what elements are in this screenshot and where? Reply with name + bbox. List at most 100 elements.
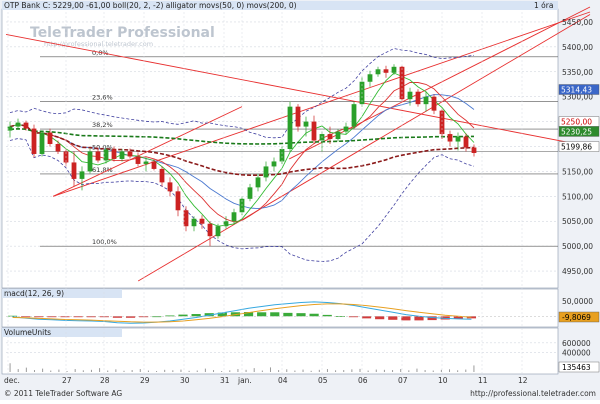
price-tags: 5314,43 5250,005230,25 5199,86 [558, 84, 600, 152]
fibonacci-label: 38,2% [92, 121, 113, 129]
price-tick-label: 5100,00 [562, 192, 593, 201]
candle-body [23, 122, 29, 129]
candle-body [391, 66, 397, 73]
time-tick-label: 10 [438, 376, 448, 385]
candle-body [191, 218, 197, 227]
macd-histogram-bar [309, 313, 319, 317]
candle-body [439, 110, 445, 135]
time-tick-label: 04 [278, 376, 288, 385]
candle-body [455, 136, 461, 142]
time-tick-label: jan. [237, 376, 252, 385]
macd-histogram-bar [375, 316, 385, 320]
candle-body [79, 171, 85, 179]
volume-title: VolumeUnits [4, 328, 51, 337]
price-tick-label: 5050,00 [562, 217, 593, 226]
macd-histogram-bar [257, 312, 267, 317]
candle-body [199, 218, 205, 224]
candle-body [55, 144, 61, 152]
candle-body [255, 177, 261, 188]
chart-canvas: OTP Bank C: 5229,00 -61,00 boll(20, 2, -… [0, 0, 600, 400]
time-tick-label: 31 [220, 376, 230, 385]
time-tick-label: dec. [4, 376, 20, 385]
candle-body [247, 187, 253, 199]
candle-body [463, 136, 469, 148]
candle-body [39, 132, 45, 154]
candle-body [471, 147, 477, 153]
macd-histogram-bar [60, 316, 70, 318]
macd-histogram-bar [401, 316, 411, 321]
chart-header-title: OTP Bank C: 5229,00 -61,00 boll(20, 2, -… [4, 1, 297, 10]
candle-body [367, 74, 373, 82]
candle-body [311, 121, 317, 141]
candle-body [15, 122, 21, 127]
price-tag-label: 5199,86 [561, 143, 592, 152]
candle-body [127, 151, 133, 157]
candle-body [71, 162, 77, 179]
candle-body [423, 96, 429, 105]
candle-body [327, 134, 333, 140]
candle-body [175, 191, 181, 211]
candle-body [183, 210, 189, 227]
macd-tick-label: 50,0000 [562, 297, 593, 306]
candle-body [407, 91, 413, 100]
candle-body [111, 149, 117, 159]
candle-body [167, 182, 173, 192]
candle-body [95, 151, 101, 161]
candle-body [335, 131, 341, 140]
candle-body [415, 91, 421, 105]
volume-tick-label: 600000 [562, 339, 591, 348]
candle-body [143, 161, 149, 164]
macd-histogram-bar [191, 314, 201, 317]
candle-body [447, 134, 453, 142]
macd-histogram-bar [178, 314, 188, 317]
macd-histogram-bar [296, 313, 306, 317]
time-tick-label: 27 [62, 376, 72, 385]
macd-histogram-bar [283, 312, 293, 317]
price-tag-label: 5314,43 [561, 86, 592, 95]
candle-body [151, 161, 157, 169]
candle-body [431, 96, 437, 111]
time-tick-label: 05 [318, 376, 328, 385]
volume-current-label: 135463 [562, 363, 591, 372]
chart-interval[interactable]: 1 óra [534, 1, 553, 10]
chart-window: OTP Bank C: 5229,00 -61,00 boll(20, 2, -… [0, 0, 600, 400]
candle-body [399, 66, 405, 100]
time-tick-label: 11 [478, 376, 488, 385]
price-tick-label: 5350,00 [562, 68, 593, 77]
candle-body [119, 151, 125, 159]
fibonacci-label: 100,0% [92, 238, 117, 246]
candle-body [223, 221, 229, 227]
time-tick-label: 06 [358, 376, 368, 385]
price-tick-label: 5450,00 [562, 18, 593, 27]
candle-body [271, 161, 277, 167]
time-tick-label: 28 [100, 376, 110, 385]
time-tick-label: 29 [140, 376, 150, 385]
candle-body [159, 168, 165, 183]
macd-histogram-bar [361, 316, 372, 319]
time-tick-label: 30 [180, 376, 190, 385]
fibonacci-label: 23,6% [92, 94, 113, 102]
macd-current-label: -9,8069 [562, 313, 591, 322]
candle-body [351, 104, 357, 127]
price-tag-label: 5250,00 [561, 118, 592, 127]
price-tick-label: 5150,00 [562, 167, 593, 176]
watermark-brand: TeleTrader Professional [30, 25, 215, 41]
candle-body [231, 212, 237, 222]
price-tick-label: 5000,00 [562, 242, 593, 251]
macd-histogram-bar [270, 312, 280, 317]
macd-title: macd(12, 26, 9) [4, 289, 64, 298]
candle-body [263, 166, 269, 178]
candle-body [279, 149, 285, 162]
candle-body [295, 106, 301, 127]
candle-body [287, 106, 293, 149]
candle-body [383, 69, 389, 73]
time-tick-label: 12 [518, 376, 528, 385]
macd-histogram-bar [388, 316, 398, 320]
price-tick-label: 5400,00 [562, 43, 593, 52]
volume-tick-label: 400000 [562, 349, 591, 358]
candle-body [215, 226, 221, 237]
footer-url[interactable]: http://professional.teletrader.com [470, 389, 596, 398]
price-tag-label: 5230,25 [561, 127, 592, 136]
candle-body [31, 128, 37, 154]
price-tick-label: 4950,00 [562, 267, 593, 276]
